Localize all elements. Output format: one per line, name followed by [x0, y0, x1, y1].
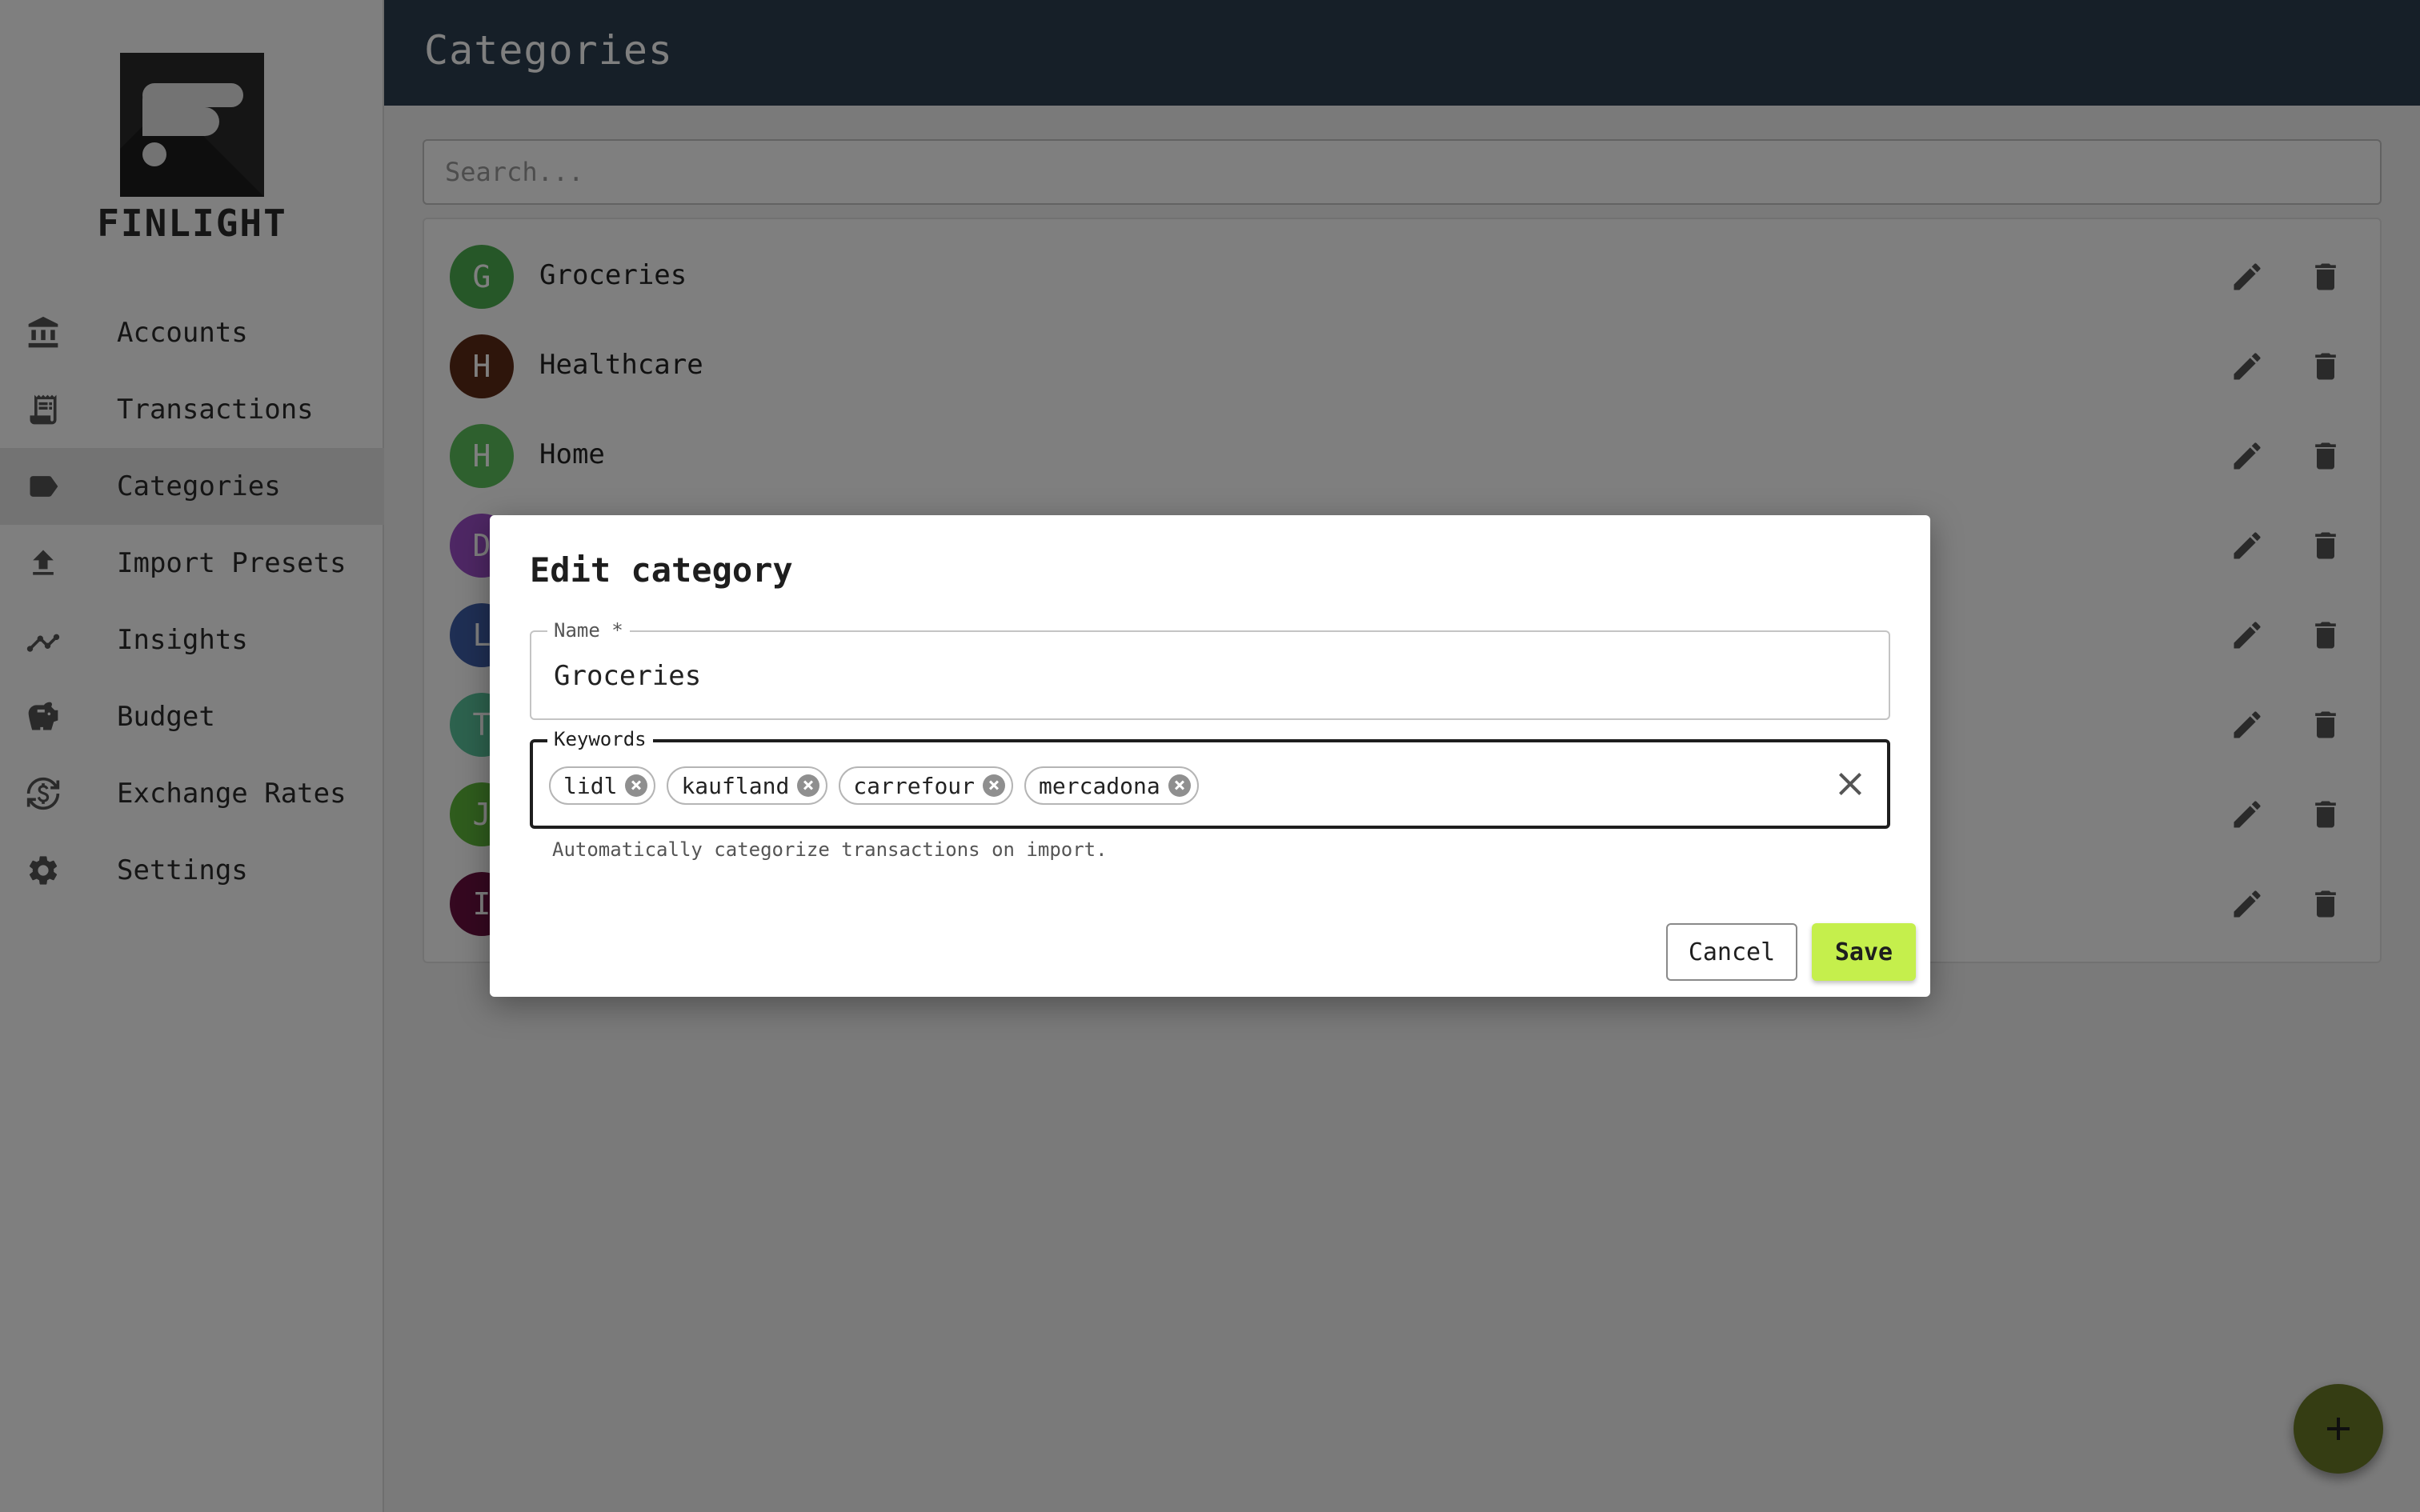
- keyword-chip-label: mercadona: [1039, 772, 1160, 799]
- keyword-chips: lidl kaufland carrefour mercadona: [549, 766, 1199, 805]
- keywords-field-label: Keywords: [547, 728, 653, 750]
- keyword-chip[interactable]: carrefour: [839, 766, 1014, 805]
- cancel-button[interactable]: Cancel: [1666, 923, 1797, 981]
- remove-chip-icon[interactable]: [1168, 774, 1191, 797]
- keywords-field[interactable]: Keywords lidl kaufland carrefour mercado…: [530, 728, 1890, 829]
- keyword-chip-label: lidl: [563, 772, 618, 799]
- keywords-helper-text: Automatically categorize transactions on…: [552, 838, 1108, 861]
- keyword-chip-label: carrefour: [853, 772, 976, 799]
- dialog-title: Edit category: [530, 550, 793, 590]
- keyword-chip[interactable]: lidl: [549, 766, 656, 805]
- name-input[interactable]: [552, 656, 1865, 696]
- edit-category-dialog: Edit category Name * Keywords lidl kaufl…: [490, 515, 1930, 997]
- keyword-chip[interactable]: kaufland: [667, 766, 828, 805]
- keyword-chip[interactable]: mercadona: [1024, 766, 1199, 805]
- name-field[interactable]: Name *: [530, 619, 1890, 720]
- remove-chip-icon[interactable]: [625, 774, 648, 797]
- remove-chip-icon[interactable]: [797, 774, 820, 797]
- save-button[interactable]: Save: [1812, 923, 1916, 981]
- name-field-label: Name *: [547, 619, 630, 642]
- clear-keywords-icon[interactable]: [1831, 765, 1869, 803]
- keyword-chip-label: kaufland: [681, 772, 790, 799]
- remove-chip-icon[interactable]: [983, 774, 1006, 797]
